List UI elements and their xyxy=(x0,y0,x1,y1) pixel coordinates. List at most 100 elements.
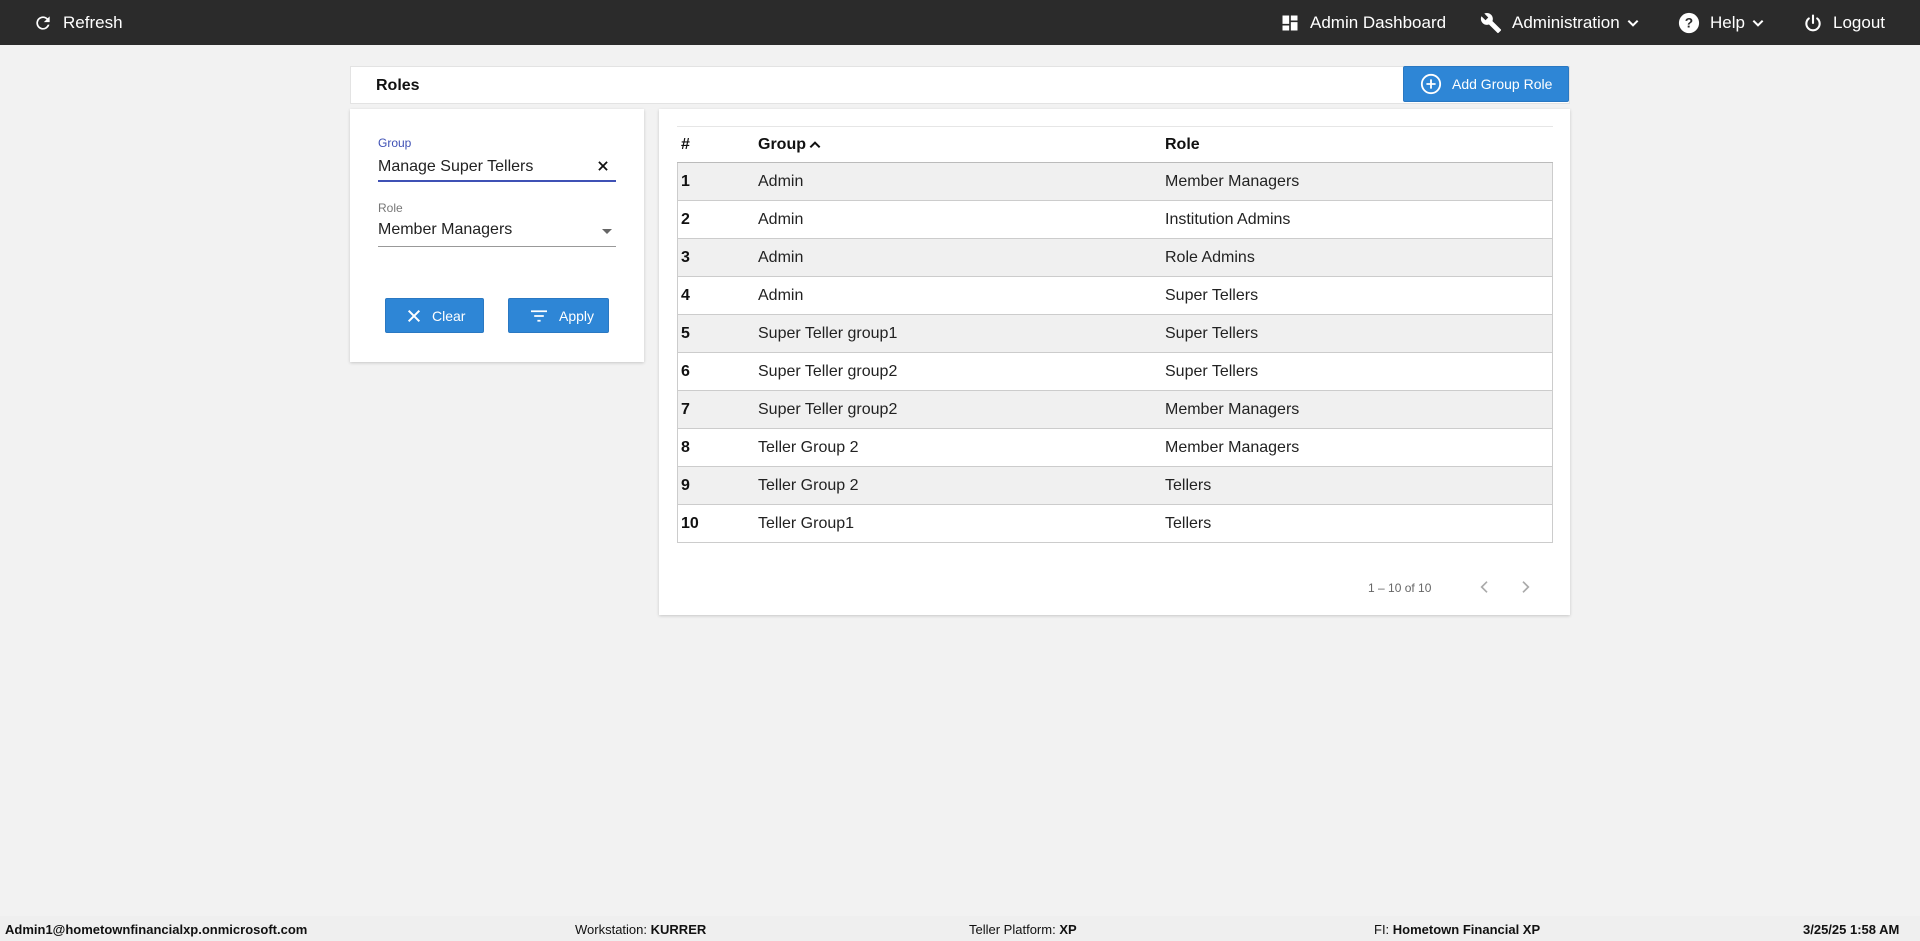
fi-value: Hometown Financial XP xyxy=(1392,922,1541,937)
refresh-button[interactable]: Refresh xyxy=(33,0,123,45)
teller-platform-label: Teller Platform: xyxy=(969,922,1056,937)
workstation-label: Workstation: xyxy=(575,922,648,937)
cell-group: Teller Group 2 xyxy=(758,477,859,494)
help-label: Help xyxy=(1710,12,1745,32)
cell-number: 9 xyxy=(681,477,690,494)
help-menu[interactable]: ? Help xyxy=(1678,0,1765,45)
column-header-group-label: Group xyxy=(758,136,806,153)
cell-group: Teller Group1 xyxy=(758,515,855,532)
cell-number: 5 xyxy=(681,325,690,342)
top-nav-bar: Refresh Admin Dashboard Administration ?… xyxy=(0,0,1920,45)
refresh-label: Refresh xyxy=(63,12,123,32)
cell-role: Super Tellers xyxy=(1165,363,1259,380)
column-header-group[interactable]: Group xyxy=(758,136,822,154)
chevron-left-icon[interactable] xyxy=(1477,579,1493,595)
cell-number: 10 xyxy=(681,515,699,532)
cell-group: Admin xyxy=(758,173,804,190)
teller-platform-value: XP xyxy=(1059,922,1077,937)
cell-number: 6 xyxy=(681,363,690,380)
refresh-icon xyxy=(33,13,53,33)
logout-label: Logout xyxy=(1833,12,1885,32)
clear-label: Clear xyxy=(432,307,466,324)
dropdown-arrow-icon xyxy=(602,229,612,234)
cell-role: Role Admins xyxy=(1165,249,1255,266)
table-row[interactable]: 3 Admin Role Admins xyxy=(677,239,1553,277)
status-user: Admin1@hometownfinancialxp.onmicrosoft.c… xyxy=(5,922,308,937)
cell-number: 3 xyxy=(681,249,690,266)
add-group-role-button[interactable]: Add Group Role xyxy=(1403,66,1569,102)
table-row[interactable]: 7 Super Teller group2 Member Managers xyxy=(677,391,1553,429)
role-select-value: Member Managers xyxy=(378,221,513,238)
add-circle-icon xyxy=(1420,73,1442,95)
cell-number: 1 xyxy=(681,173,690,190)
admin-dashboard-link[interactable]: Admin Dashboard xyxy=(1280,0,1446,45)
cell-role: Super Tellers xyxy=(1165,325,1259,342)
table-row[interactable]: 5 Super Teller group1 Super Tellers xyxy=(677,315,1553,353)
pagination-range: 1 – 10 of 10 xyxy=(1368,581,1432,595)
roles-table: # Group Role 1 Admin Member Managers 2 Admin… xyxy=(677,126,1553,543)
chevron-down-icon xyxy=(1751,16,1765,30)
add-group-role-label: Add Group Role xyxy=(1452,76,1553,92)
cell-role: Institution Admins xyxy=(1165,211,1291,228)
column-header-number: # xyxy=(681,136,690,153)
table-row[interactable]: 6 Super Teller group2 Super Tellers xyxy=(677,353,1553,391)
cell-role: Member Managers xyxy=(1165,401,1300,418)
group-input[interactable] xyxy=(378,154,616,182)
power-icon xyxy=(1803,13,1823,33)
roles-header: Roles xyxy=(350,66,1570,104)
logout-button[interactable]: Logout xyxy=(1803,0,1885,45)
clear-button[interactable]: Clear xyxy=(385,298,484,333)
cell-role: Member Managers xyxy=(1165,173,1300,190)
table-header: # Group Role xyxy=(677,126,1553,163)
close-icon xyxy=(406,308,422,324)
table-row[interactable]: 9 Teller Group 2 Tellers xyxy=(677,467,1553,505)
role-select[interactable]: Member Managers xyxy=(378,219,616,247)
table-row[interactable]: 1 Admin Member Managers xyxy=(677,163,1553,201)
filter-icon xyxy=(529,308,549,324)
wrench-icon xyxy=(1480,12,1502,34)
cell-number: 7 xyxy=(681,401,690,418)
status-bar: Admin1@hometownfinancialxp.onmicrosoft.c… xyxy=(0,916,1920,941)
group-field-label: Group xyxy=(378,136,412,150)
role-field-label: Role xyxy=(378,201,403,215)
cell-role: Tellers xyxy=(1165,477,1212,494)
table-row[interactable]: 2 Admin Institution Admins xyxy=(677,201,1553,239)
column-header-role[interactable]: Role xyxy=(1165,136,1200,154)
workstation-value: KURRER xyxy=(650,922,707,937)
cell-group: Admin xyxy=(758,287,804,304)
table-row[interactable]: 10 Teller Group1 Tellers xyxy=(677,505,1553,543)
roles-table-card: # Group Role 1 Admin Member Managers 2 Admin… xyxy=(659,109,1570,615)
fi-label: FI: xyxy=(1374,922,1390,937)
cell-role: Member Managers xyxy=(1165,439,1300,456)
page-title: Roles xyxy=(376,77,420,94)
status-fi: FI: Hometown Financial XP xyxy=(1374,922,1540,937)
admin-dashboard-label: Admin Dashboard xyxy=(1310,12,1447,32)
status-workstation: Workstation: KURRER xyxy=(575,922,706,937)
cell-role: Super Tellers xyxy=(1165,287,1259,304)
cell-group: Admin xyxy=(758,211,804,228)
table-row[interactable]: 4 Admin Super Tellers xyxy=(677,277,1553,315)
status-teller-platform: Teller Platform: XP xyxy=(969,922,1077,937)
svg-text:?: ? xyxy=(1685,15,1693,30)
table-row[interactable]: 8 Teller Group 2 Member Managers xyxy=(677,429,1553,467)
administration-menu[interactable]: Administration xyxy=(1480,0,1640,45)
cell-group: Super Teller group1 xyxy=(758,325,898,342)
chevron-right-icon[interactable] xyxy=(1517,579,1533,595)
cell-group: Super Teller group2 xyxy=(758,401,898,418)
apply-button[interactable]: Apply xyxy=(508,298,609,333)
status-datetime: 3/25/25 1:58 AM xyxy=(1803,922,1900,937)
cell-group: Admin xyxy=(758,249,804,266)
table-body: 1 Admin Member Managers 2 Admin Institution A… xyxy=(677,163,1553,543)
help-icon: ? xyxy=(1678,12,1700,34)
sort-up-icon xyxy=(808,138,822,152)
close-icon[interactable] xyxy=(596,159,610,173)
cell-group: Super Teller group2 xyxy=(758,363,898,380)
dashboard-icon xyxy=(1280,13,1300,33)
cell-number: 4 xyxy=(681,287,690,304)
administration-label: Administration xyxy=(1512,12,1620,32)
filter-panel: Group Role Member Managers Clear Apply xyxy=(350,109,644,362)
cell-role: Tellers xyxy=(1165,515,1212,532)
cell-number: 8 xyxy=(681,439,690,456)
chevron-down-icon xyxy=(1626,16,1640,30)
cell-number: 2 xyxy=(681,211,690,228)
